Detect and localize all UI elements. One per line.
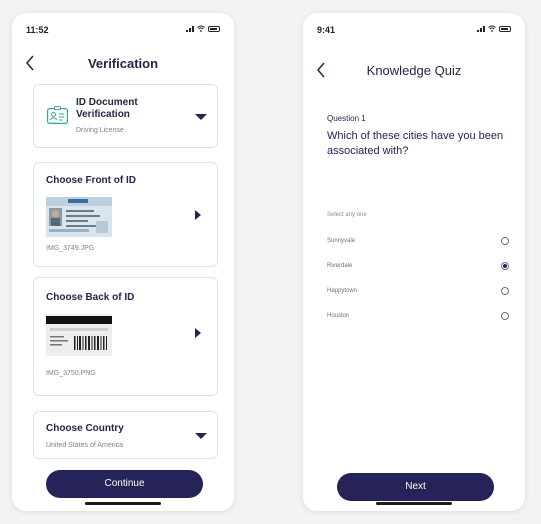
verification-screen: 11:52 Verification ID Document Verificat…	[12, 13, 234, 511]
option-label: Sunnyvale	[327, 238, 356, 244]
option-row[interactable]: Houston	[327, 310, 509, 326]
status-time: 9:41	[317, 25, 336, 35]
id-card-icon	[47, 106, 68, 124]
continue-button[interactable]: Continue	[46, 470, 203, 498]
caret-down-icon	[195, 114, 207, 120]
radio-icon[interactable]	[501, 287, 509, 295]
option-label: Happytown	[327, 288, 358, 294]
option-row[interactable]: Riverdale	[327, 260, 509, 276]
id-document-value: Driving License	[76, 127, 124, 134]
back-id-filename: IMG_3750.PNG	[46, 370, 96, 377]
front-id-title: Choose Front of ID	[46, 175, 136, 186]
id-document-title-line1: ID Document	[76, 97, 138, 108]
id-front-thumbnail	[46, 197, 112, 237]
radio-icon[interactable]	[501, 312, 509, 320]
front-id-card[interactable]: Choose Front of ID IMG_3749.JPG	[33, 162, 218, 267]
nav-bar: Knowledge Quiz	[303, 58, 525, 84]
back-id-title: Choose Back of ID	[46, 292, 135, 303]
home-indicator	[85, 502, 161, 505]
signal-icon	[477, 25, 485, 32]
page-title: Verification	[87, 56, 159, 71]
country-value: United States of America	[46, 442, 124, 449]
country-title: Choose Country	[46, 423, 124, 434]
caret-right-icon	[195, 328, 201, 338]
quiz-screen: 9:41 Knowledge Quiz Question 1 Which of …	[303, 13, 525, 511]
option-label: Houston	[327, 313, 350, 319]
battery-icon	[208, 25, 220, 32]
caret-right-icon	[195, 210, 201, 220]
page-title: Knowledge Quiz	[366, 63, 462, 78]
wifi-icon	[197, 25, 205, 32]
id-document-title-line2: Verification	[76, 109, 130, 120]
radio-selected-icon[interactable]	[501, 262, 509, 270]
country-dropdown[interactable]: Choose Country United States of America	[33, 411, 218, 459]
nav-bar: Verification	[12, 51, 234, 77]
question-label: Question 1	[327, 114, 366, 123]
id-document-dropdown[interactable]: ID Document Verification Driving License	[33, 84, 218, 148]
option-label: Riverdale	[327, 263, 353, 269]
battery-icon	[499, 25, 511, 32]
status-time: 11:52	[26, 25, 49, 35]
signal-icon	[186, 25, 194, 32]
status-bar: 9:41	[317, 25, 511, 37]
status-bar: 11:52	[26, 25, 220, 37]
id-back-thumbnail	[46, 314, 112, 356]
home-indicator	[376, 502, 452, 505]
select-hint: Select any one	[327, 212, 367, 218]
option-row[interactable]: Happytown	[327, 285, 509, 301]
front-id-filename: IMG_3749.JPG	[46, 245, 95, 252]
wifi-icon	[488, 25, 496, 32]
option-row[interactable]: Sunnyvale	[327, 235, 509, 251]
question-text: Which of these cities have you been asso…	[327, 130, 504, 157]
radio-icon[interactable]	[501, 237, 509, 245]
caret-down-icon	[195, 433, 207, 439]
next-button[interactable]: Next	[337, 473, 494, 501]
back-id-card[interactable]: Choose Back of ID IMG_3750.PNG	[33, 277, 218, 396]
